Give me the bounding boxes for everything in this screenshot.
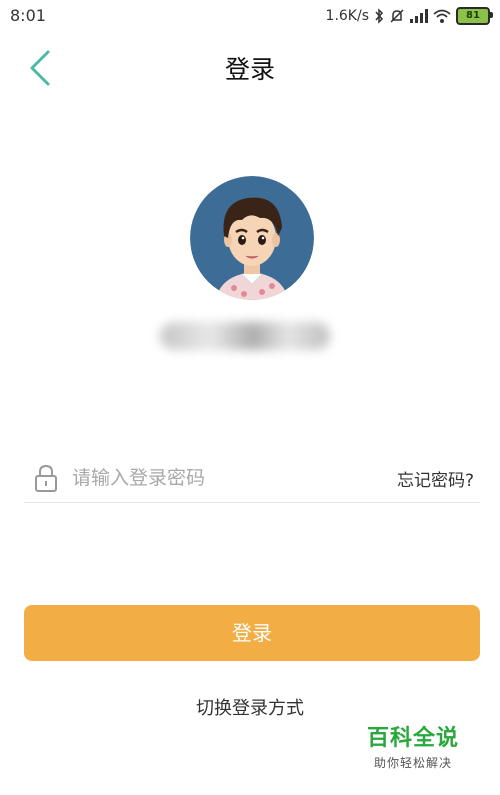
network-speed: 1.6K/s: [325, 8, 369, 24]
password-input[interactable]: [70, 462, 374, 494]
bluetooth-icon: [374, 8, 384, 24]
login-button[interactable]: 登录: [24, 605, 480, 661]
status-icons: 1.6K/s 81: [325, 5, 493, 27]
avatar: [190, 176, 314, 300]
lock-icon: [34, 464, 58, 496]
password-row: 忘记密码?: [24, 456, 480, 503]
battery-icon: 81: [456, 7, 493, 25]
watermark-logo: 百科全说 助你轻松解决: [358, 720, 468, 771]
forgot-password-link[interactable]: 忘记密码?: [397, 466, 474, 491]
watermark-title: 百科全说: [366, 726, 459, 751]
wifi-icon: [433, 9, 451, 23]
mute-icon: [389, 8, 405, 24]
watermark-subtitle: 助你轻松解决: [373, 756, 452, 770]
header: 登录: [0, 40, 500, 96]
status-bar: 8:01 1.6K/s 81: [0, 0, 500, 32]
account-number-blurred: [160, 322, 330, 350]
switch-login-method-link[interactable]: 切换登录方式: [0, 694, 500, 720]
status-time: 8:01: [10, 6, 46, 25]
page-title: 登录: [224, 55, 275, 84]
signal-icon: [410, 9, 428, 23]
